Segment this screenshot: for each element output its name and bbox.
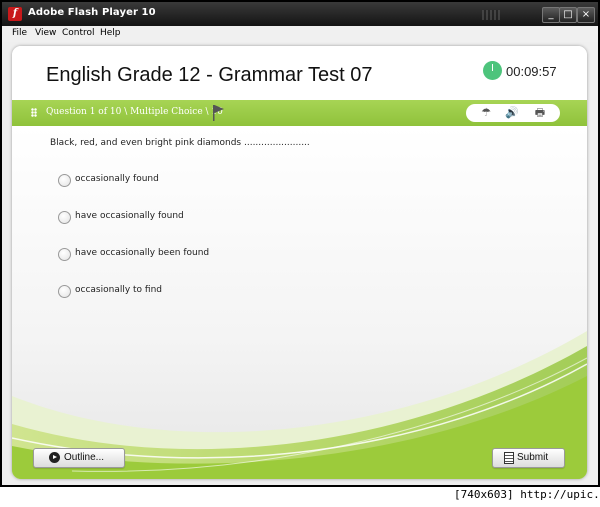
menu-file[interactable]: File	[12, 28, 27, 38]
titlebar-texture	[482, 10, 500, 20]
option-label[interactable]: occasionally found	[75, 174, 159, 184]
quiz-panel: English Grade 12 - Grammar Test 07 00:09…	[12, 46, 587, 479]
glossary-icon[interactable]: ☂	[478, 106, 494, 120]
question-info: Question 1 of 10 \ Multiple Choice \ 10	[46, 107, 223, 117]
radio-button[interactable]	[58, 248, 71, 261]
timer-display: 00:09:57	[506, 64, 557, 79]
menu-control[interactable]: Control	[62, 28, 95, 38]
test-title: English Grade 12 - Grammar Test 07	[46, 64, 373, 86]
outline-button[interactable]: Outline...	[33, 448, 125, 468]
radio-button[interactable]	[58, 174, 71, 187]
audio-icon[interactable]: 🔊	[504, 106, 520, 120]
maximize-button[interactable]: □	[559, 7, 577, 23]
submit-label: Submit	[517, 452, 549, 463]
test-header: English Grade 12 - Grammar Test 07 00:09…	[12, 46, 587, 100]
submit-button[interactable]: Submit	[492, 448, 565, 468]
print-icon[interactable]: 🖶	[532, 106, 548, 120]
image-caption: [740x603] http://upic.me/	[0, 487, 600, 507]
flag-icon[interactable]	[212, 104, 226, 122]
question-bar: Question 1 of 10 \ Multiple Choice \ 10 …	[12, 100, 587, 126]
minimize-button[interactable]: _	[542, 7, 560, 23]
flash-player-icon: f	[8, 7, 22, 21]
menu-view[interactable]: View	[35, 28, 56, 38]
close-button[interactable]: ×	[577, 7, 595, 23]
question-text: Black, red, and even bright pink diamond…	[50, 138, 310, 148]
option-label[interactable]: occasionally to find	[75, 285, 162, 295]
timer-icon	[483, 61, 502, 80]
radio-button[interactable]	[58, 285, 71, 298]
option-label[interactable]: have occasionally found	[75, 211, 184, 221]
tool-group: ☂ 🔊 🖶	[466, 104, 560, 122]
caption-text: [740x603] http://upic.me/	[454, 488, 600, 501]
radio-button[interactable]	[58, 211, 71, 224]
app-window: f Adobe Flash Player 10 _ □ × File View …	[0, 0, 600, 487]
menu-help[interactable]: Help	[100, 28, 121, 38]
play-icon	[49, 452, 60, 463]
option-label[interactable]: have occasionally been found	[75, 248, 209, 258]
outline-label: Outline...	[64, 452, 105, 463]
grip-icon	[31, 108, 37, 117]
window-title: Adobe Flash Player 10	[28, 7, 156, 18]
menu-bar: File View Control Help	[2, 26, 598, 43]
title-bar[interactable]: f Adobe Flash Player 10 _ □ ×	[2, 2, 598, 26]
flash-stage: English Grade 12 - Grammar Test 07 00:09…	[2, 42, 598, 485]
document-icon	[504, 452, 514, 464]
